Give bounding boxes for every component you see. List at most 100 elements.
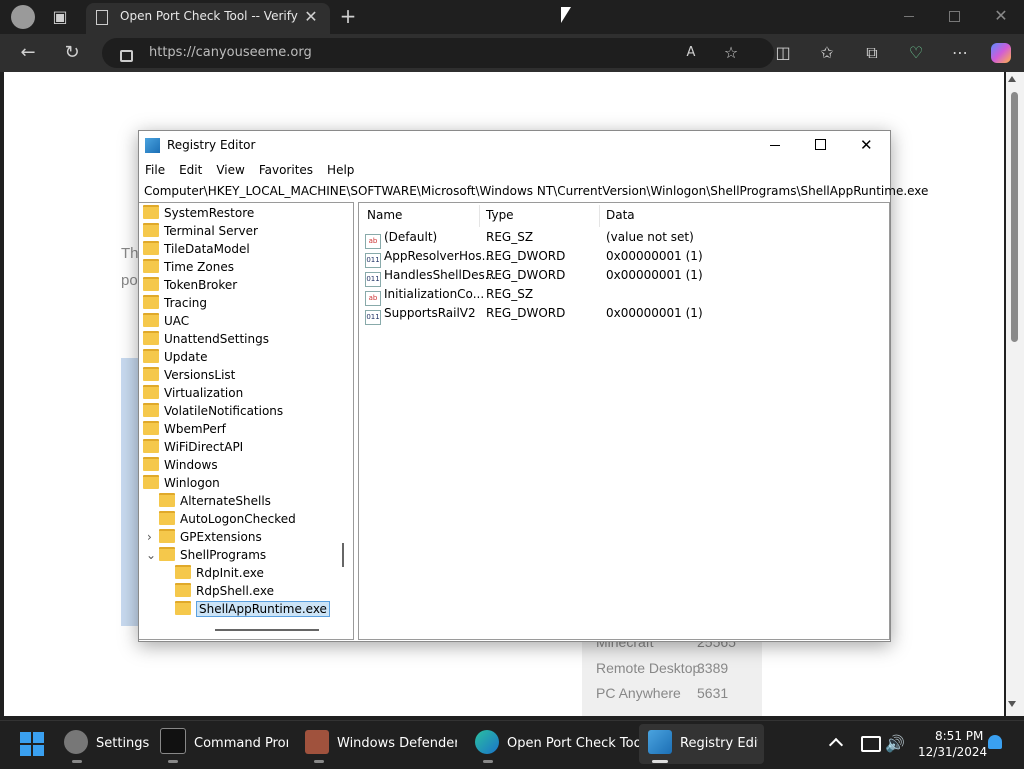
tree-item[interactable]: Windows xyxy=(143,456,218,474)
tree-item[interactable]: UAC xyxy=(143,312,189,330)
tree-item[interactable]: AlternateShells xyxy=(159,492,271,510)
mouse-cursor-icon xyxy=(561,7,571,23)
start-icon[interactable] xyxy=(20,732,44,756)
key-tree-pane[interactable]: SystemRestore Terminal Server TileDataMo… xyxy=(139,202,354,640)
favorite-icon[interactable]: ☆ xyxy=(719,41,743,65)
clock-time[interactable]: 8:51 PM xyxy=(935,729,983,743)
favorites-icon[interactable]: ✩ xyxy=(815,41,839,65)
tree-item[interactable]: TokenBroker xyxy=(143,276,237,294)
value-row[interactable]: 011 HandlesShellDes... REG_DWORD 0x000000… xyxy=(359,266,889,287)
tree-item-selected[interactable]: ShellAppRuntime.exe xyxy=(175,600,330,618)
close-button[interactable]: ✕ xyxy=(860,136,873,154)
tree-item[interactable]: VolatileNotifications xyxy=(143,402,283,420)
tree-item[interactable]: RdpShell.exe xyxy=(175,582,274,600)
folder-icon xyxy=(143,205,159,219)
split-screen-icon[interactable]: ◫ xyxy=(771,41,795,65)
folder-icon xyxy=(143,277,159,291)
scroll-up-icon[interactable] xyxy=(1008,76,1016,82)
tree-item[interactable]: UnattendSettings xyxy=(143,330,269,348)
column-headers: Name Type Data xyxy=(359,206,889,225)
menu-file[interactable]: File xyxy=(145,163,165,177)
address-path[interactable]: Computer\HKEY_LOCAL_MACHINE\SOFTWARE\Mic… xyxy=(144,184,928,198)
collections-icon[interactable]: ⧉ xyxy=(860,41,884,65)
close-tab-icon[interactable]: ✕ xyxy=(299,5,323,29)
clock-date[interactable]: 12/31/2024 xyxy=(918,745,987,759)
window-close-icon[interactable]: ✕ xyxy=(989,4,1013,28)
folder-icon xyxy=(143,349,159,363)
menu-view[interactable]: View xyxy=(216,163,244,177)
tree-item[interactable]: Time Zones xyxy=(143,258,234,276)
values-list-pane[interactable]: Name Type Data ab (Default) REG_SZ (value… xyxy=(358,202,890,640)
port-form-panel xyxy=(121,358,139,626)
partial-text: po xyxy=(121,272,138,289)
performance-icon[interactable]: ♡ xyxy=(904,41,928,65)
new-tab-icon[interactable]: + xyxy=(336,4,360,28)
taskbar-app-registry-editor[interactable]: Registry Edito xyxy=(648,724,758,764)
header-divider xyxy=(599,205,600,227)
read-aloud-icon[interactable]: A xyxy=(679,41,703,65)
profile-icon[interactable] xyxy=(11,5,35,29)
tree-item[interactable]: ShellPrograms xyxy=(159,546,266,564)
value-row[interactable]: ab InitializationCo... REG_SZ xyxy=(359,285,889,306)
more-icon[interactable]: ⋯ xyxy=(948,41,972,65)
tree-item[interactable]: VersionsList xyxy=(143,366,235,384)
tree-item[interactable]: WiFiDirectAPI xyxy=(143,438,243,456)
tree-item[interactable]: GPExtensions xyxy=(159,528,262,546)
column-data[interactable]: Data xyxy=(606,206,635,225)
maximize-button[interactable] xyxy=(815,139,826,150)
url-text[interactable]: https://canyouseeme.org xyxy=(149,45,312,60)
folder-icon xyxy=(143,457,159,471)
terminal-icon xyxy=(160,728,186,754)
copilot-icon[interactable] xyxy=(991,43,1011,63)
folder-icon xyxy=(143,223,159,237)
menu-edit[interactable]: Edit xyxy=(179,163,202,177)
folder-icon xyxy=(159,529,175,543)
column-type[interactable]: Type xyxy=(486,206,514,225)
value-row[interactable]: ab (Default) REG_SZ (value not set) xyxy=(359,228,889,249)
tree-item[interactable]: Virtualization xyxy=(143,384,243,402)
folder-icon xyxy=(143,475,159,489)
folder-icon xyxy=(143,403,159,417)
taskbar-app-defender-firewall[interactable]: Windows Defender Fir xyxy=(305,724,457,764)
tree-item[interactable]: AutoLogonChecked xyxy=(159,510,296,528)
window-restore-icon[interactable] xyxy=(949,11,960,22)
tree-item[interactable]: WbemPerf xyxy=(143,420,226,438)
column-name[interactable]: Name xyxy=(367,206,402,225)
tree-item[interactable]: Tracing xyxy=(143,294,207,312)
volume-icon[interactable]: 🔊 xyxy=(885,734,905,753)
port-name: Remote Desktop xyxy=(596,660,701,676)
collapse-chevron-icon[interactable]: ⌄ xyxy=(146,546,156,564)
tab-actions-icon[interactable]: ▣ xyxy=(48,5,72,29)
taskbar-app-command-prompt[interactable]: Command Promp xyxy=(160,724,288,764)
tree-horizontal-scrollbar[interactable] xyxy=(215,629,319,631)
value-row[interactable]: 011 SupportsRailV2 REG_DWORD 0x00000001 (… xyxy=(359,304,889,325)
menu-help[interactable]: Help xyxy=(327,163,354,177)
value-row[interactable]: 011 AppResolverHos... REG_DWORD 0x0000000… xyxy=(359,247,889,268)
back-icon[interactable]: ← xyxy=(16,41,40,65)
partial-text: Th xyxy=(121,245,139,262)
window-title: Registry Editor xyxy=(167,138,256,152)
lock-icon[interactable] xyxy=(120,50,133,62)
tree-vertical-scrollbar[interactable] xyxy=(342,543,344,567)
folder-icon xyxy=(159,547,175,561)
tree-item[interactable]: SystemRestore xyxy=(143,204,254,222)
tree-item[interactable]: Winlogon xyxy=(143,474,220,492)
scroll-down-icon[interactable] xyxy=(1008,701,1016,707)
notifications-bell-icon[interactable] xyxy=(988,735,1002,749)
window-minimize-icon[interactable] xyxy=(904,16,914,17)
tree-item[interactable]: Terminal Server xyxy=(143,222,258,240)
tree-item[interactable]: Update xyxy=(143,348,207,366)
expand-chevron-icon[interactable]: › xyxy=(147,528,152,546)
menu-favorites[interactable]: Favorites xyxy=(259,163,313,177)
tree-item[interactable]: TileDataModel xyxy=(143,240,250,258)
folder-icon xyxy=(175,583,191,597)
folder-icon xyxy=(143,331,159,345)
refresh-icon[interactable]: ↻ xyxy=(60,41,84,65)
taskbar-app-settings[interactable]: Settings xyxy=(64,724,149,764)
scrollbar-thumb[interactable] xyxy=(1011,92,1018,342)
taskbar-app-edge[interactable]: Open Port Check Tool xyxy=(475,724,645,764)
folder-icon xyxy=(143,313,159,327)
minimize-button[interactable] xyxy=(770,145,780,146)
tree-item[interactable]: RdpInit.exe xyxy=(175,564,264,582)
network-icon[interactable] xyxy=(861,736,881,752)
